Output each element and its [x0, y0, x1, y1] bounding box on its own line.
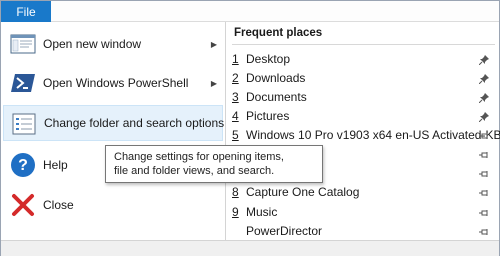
menu-item-label: Change folder and search options: [44, 116, 225, 130]
frequent-places-panel: Frequent places 1 Desktop 2 Downloads 3 …: [226, 22, 500, 240]
unpinned-icon[interactable]: [479, 187, 489, 197]
frequent-place-item[interactable]: 3 Documents: [226, 87, 499, 106]
menu-item-label: Open new window: [43, 37, 142, 51]
menu-item-open-new-window[interactable]: Open new window ▶: [3, 26, 223, 62]
place-number: 3: [232, 89, 239, 104]
place-number: 2: [232, 70, 239, 85]
file-menu-commands: Open new window ▶ Open Windows PowerShel…: [1, 22, 226, 240]
frequent-place-item[interactable]: 2 Downloads: [226, 68, 499, 87]
tooltip-line: file and folder views, and search.: [114, 165, 275, 177]
menu-item-folder-options[interactable]: Change folder and search options: [3, 105, 225, 141]
submenu-arrow-icon: ▶: [210, 39, 217, 49]
place-number: 9: [232, 204, 239, 219]
menu-item-label: Open Windows PowerShell: [43, 76, 189, 90]
folder-options-tooltip: Change settings for opening items, file …: [105, 145, 323, 183]
unpinned-icon[interactable]: [479, 149, 489, 159]
frequent-place-item[interactable]: 5 Windows 10 Pro v1903 x64 en-US Activat…: [226, 125, 500, 144]
frequent-place-item[interactable]: PowerDirector: [226, 221, 499, 240]
pinned-icon[interactable]: [478, 92, 489, 103]
menu-item-label: Help: [43, 158, 68, 172]
menu-item-label: Close: [43, 198, 74, 212]
frequent-place-item[interactable]: 4 Pictures: [226, 106, 499, 125]
new-window-icon: [9, 30, 37, 58]
close-icon: [9, 191, 37, 219]
section-divider: [232, 44, 495, 45]
place-name: Windows 10 Pro v1903 x64 en-US Activated…: [246, 127, 500, 142]
submenu-arrow-icon: ▶: [210, 78, 217, 88]
unpinned-icon[interactable]: [479, 207, 489, 217]
tooltip-line: Change settings for opening items,: [114, 151, 284, 163]
place-name: Desktop: [246, 51, 291, 66]
file-menu-window: File Open new window ▶ Open Windows Powe…: [0, 0, 500, 256]
pinned-icon[interactable]: [478, 54, 489, 65]
place-number: 5: [232, 127, 239, 142]
folder-options-icon: [10, 110, 38, 138]
pinned-icon[interactable]: [478, 111, 489, 122]
pinned-icon[interactable]: [478, 73, 489, 84]
powershell-icon: [9, 69, 37, 97]
frequent-place-item[interactable]: 9 Music: [226, 202, 499, 221]
frequent-place-item[interactable]: 8 Capture One Catalog: [226, 182, 499, 201]
place-name: Documents: [246, 89, 307, 104]
svg-text:?: ?: [18, 157, 28, 174]
menu-item-open-powershell[interactable]: Open Windows PowerShell ▶: [3, 65, 223, 101]
place-name: Capture One Catalog: [246, 184, 360, 199]
place-name: Pictures: [246, 108, 290, 123]
unpinned-icon[interactable]: [479, 226, 489, 236]
file-tab[interactable]: File: [1, 1, 51, 22]
menu-item-close[interactable]: Close: [3, 187, 223, 223]
place-name: Music: [246, 204, 278, 219]
place-name: Downloads: [246, 70, 306, 85]
place-name: PowerDirector: [246, 223, 323, 238]
place-number: 4: [232, 108, 239, 123]
place-number: 1: [232, 51, 239, 66]
menu-footer: [1, 240, 499, 256]
unpinned-icon[interactable]: [479, 168, 489, 178]
help-icon: ?: [9, 151, 37, 179]
frequent-places-title: Frequent places: [234, 27, 323, 39]
place-number: 8: [232, 184, 239, 199]
frequent-place-item[interactable]: 1 Desktop: [226, 49, 499, 68]
unpinned-icon[interactable]: [479, 130, 489, 140]
ribbon-tab-bar: File: [1, 1, 499, 22]
